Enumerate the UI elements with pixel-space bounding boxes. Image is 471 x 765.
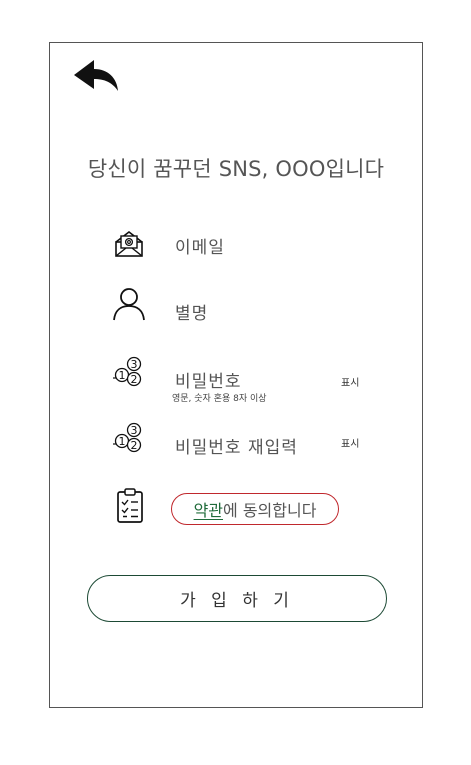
back-arrow-icon[interactable] <box>72 58 120 96</box>
svg-text:3: 3 <box>131 424 138 437</box>
signup-button[interactable]: 가 입 하 기 <box>87 575 387 622</box>
nickname-input[interactable]: 별명 <box>175 299 208 324</box>
svg-text:2: 2 <box>131 439 138 452</box>
user-icon <box>113 288 145 321</box>
svg-text:2: 2 <box>131 373 138 386</box>
svg-text:1: 1 <box>119 435 126 448</box>
checklist-clipboard-icon <box>117 488 143 523</box>
svg-text:1: 1 <box>119 369 126 382</box>
password-hint: 영문, 숫자 혼용 8자 이상 <box>172 394 267 404</box>
svg-text:3: 3 <box>131 358 138 371</box>
terms-link[interactable]: 약관 <box>194 497 223 521</box>
password-keypad-icon: 1 3 2 <box>113 422 142 453</box>
terms-agree-checkbox[interactable]: 약관 에 동의합니다 <box>171 493 339 525</box>
password-keypad-icon: 1 3 2 <box>113 356 142 387</box>
terms-agree-text: 에 동의합니다 <box>223 501 317 520</box>
password-show-toggle[interactable]: 표시 <box>341 374 359 389</box>
password-confirm-show-toggle[interactable]: 표시 <box>341 435 359 450</box>
email-input[interactable]: 이메일 <box>175 233 225 258</box>
password-confirm-input[interactable]: 비밀번호 재입력 <box>175 433 298 458</box>
email-envelope-icon <box>115 230 143 257</box>
page-title: 당신이 꿈꾸던 SNS, OOO입니다 <box>87 157 385 181</box>
password-input[interactable]: 비밀번호 <box>175 367 242 392</box>
